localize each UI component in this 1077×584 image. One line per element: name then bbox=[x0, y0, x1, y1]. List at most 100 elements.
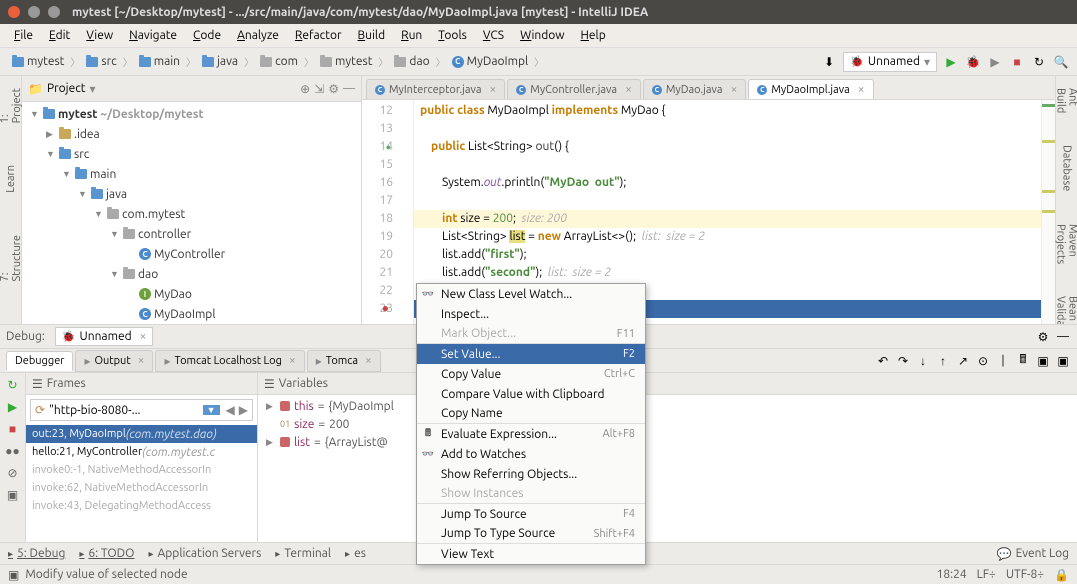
menu-item-view-text[interactable]: View Text bbox=[417, 544, 645, 564]
menu-item-copy-name[interactable]: Copy Name bbox=[417, 404, 645, 424]
bottom-tab[interactable]: ▸Application Servers bbox=[148, 547, 261, 560]
view-breakpoints-icon[interactable]: ●● bbox=[5, 443, 21, 459]
menu-item-add-to-watches[interactable]: 👓Add to Watches bbox=[417, 444, 645, 464]
step-icon[interactable]: ▣ bbox=[1035, 353, 1051, 369]
bottom-tab[interactable]: ▸es bbox=[345, 547, 366, 560]
menu-file[interactable]: File bbox=[6, 27, 41, 44]
menu-tools[interactable]: Tools bbox=[430, 27, 475, 44]
dropdown-icon[interactable]: ▼ bbox=[203, 405, 220, 415]
variables-list[interactable]: ▶ this = {MyDaoImpl01 size = 200▶ list =… bbox=[258, 395, 1077, 542]
tool-tab-beanvalidation[interactable]: Bean Validation bbox=[1053, 290, 1077, 324]
step-icon[interactable]: ↶ bbox=[875, 353, 891, 369]
debug-icon[interactable]: 🐞 bbox=[965, 54, 981, 70]
frame-row[interactable]: invoke:62, NativeMethodAccessorIn bbox=[26, 479, 257, 497]
menu-code[interactable]: Code bbox=[185, 27, 229, 44]
step-icon[interactable]: ▣ bbox=[1055, 353, 1071, 369]
resume-icon[interactable]: ▶ bbox=[5, 399, 21, 415]
event-log-tab[interactable]: 💬Event Log bbox=[997, 547, 1069, 561]
debug-tab[interactable]: ▸Tomcat Localhost Log× bbox=[155, 350, 304, 372]
tree-node[interactable]: ▼com.mytest bbox=[22, 204, 361, 224]
run-icon[interactable]: ▶ bbox=[943, 54, 959, 70]
menu-item-new-class-level-watch[interactable]: 👓New Class Level Watch... bbox=[417, 284, 645, 304]
collapse-all-icon[interactable]: ⇲ bbox=[314, 82, 324, 96]
status-icon[interactable]: ▣ bbox=[8, 568, 19, 582]
step-icon[interactable]: ↗ bbox=[955, 353, 971, 369]
build-icon[interactable]: ⬇ bbox=[821, 54, 837, 70]
error-stripe[interactable] bbox=[1041, 100, 1055, 324]
menu-item-copy-value[interactable]: Copy ValueCtrl+C bbox=[417, 364, 645, 384]
variable-row[interactable]: 01 size = 200 bbox=[258, 415, 1077, 433]
run-config-selector[interactable]: 🐞 Unnamed ▾ bbox=[843, 52, 937, 72]
tool-tab-database[interactable]: Database bbox=[1059, 139, 1075, 197]
debug-tab[interactable]: ▸Tomca× bbox=[307, 350, 381, 372]
tree-node[interactable]: CMyDaoImpl bbox=[22, 304, 361, 324]
search-icon[interactable]: 🔍 bbox=[1053, 54, 1069, 70]
tool-tab-antbuild[interactable]: Ant Build bbox=[1053, 82, 1077, 119]
breadcrumb-item[interactable]: src bbox=[82, 53, 120, 70]
step-icon[interactable]: ↓ bbox=[915, 353, 931, 369]
step-icon[interactable]: ↑ bbox=[935, 353, 951, 369]
tree-node[interactable]: ▼main bbox=[22, 164, 361, 184]
lock-icon[interactable]: 🔒 bbox=[1054, 568, 1069, 582]
hide-icon[interactable]: — bbox=[1055, 329, 1071, 345]
menu-view[interactable]: View bbox=[78, 27, 121, 44]
project-tree[interactable]: ▼mytest ~/Desktop/mytest▶.idea▼src▼main ▼… bbox=[22, 102, 361, 324]
menu-build[interactable]: Build bbox=[350, 27, 394, 44]
menu-item-jump-to-type-source[interactable]: Jump To Type SourceShift+F4 bbox=[417, 524, 645, 544]
tool-tab-structure[interactable]: 7: Structure bbox=[0, 229, 25, 287]
menu-help[interactable]: Help bbox=[573, 27, 614, 44]
close-icon[interactable]: × bbox=[858, 83, 865, 96]
tool-tab-project[interactable]: 1: Project bbox=[0, 82, 25, 129]
stop-icon[interactable]: ■ bbox=[5, 421, 21, 437]
tree-node[interactable]: ▶.idea bbox=[22, 124, 361, 144]
breadcrumb[interactable]: mytest〉src〉main〉java〉com〉mytest〉dao〉CMyD… bbox=[8, 53, 821, 70]
breadcrumb-item[interactable]: dao bbox=[390, 53, 433, 70]
tree-node[interactable]: ▼dao bbox=[22, 264, 361, 284]
menu-item-inspect[interactable]: Inspect... bbox=[417, 304, 645, 324]
context-menu[interactable]: 👓New Class Level Watch...Inspect...Mark … bbox=[416, 283, 646, 565]
frame-list[interactable]: out:23, MyDaoImpl (com.mytest.dao)hello:… bbox=[26, 425, 257, 542]
tree-node[interactable]: ▼mytest ~/Desktop/mytest bbox=[22, 104, 361, 124]
editor-tab[interactable]: CMyDao.java× bbox=[643, 79, 747, 99]
thread-selector[interactable]: ⟳ "http-bio-8080-... ▼ ◀ ▶ bbox=[30, 399, 253, 421]
project-panel-title[interactable]: Project bbox=[47, 82, 86, 95]
menu-vcs[interactable]: VCS bbox=[475, 27, 512, 44]
tree-node[interactable]: ▼src bbox=[22, 144, 361, 164]
close-icon[interactable] bbox=[8, 6, 20, 18]
bottom-tab[interactable]: ▸6: TODO bbox=[79, 547, 134, 560]
frame-row[interactable]: invoke:43, DelegatingMethodAccess bbox=[26, 497, 257, 515]
variable-row[interactable]: ▶ this = {MyDaoImpl bbox=[258, 397, 1077, 415]
step-icon[interactable]: 🖩 bbox=[1015, 353, 1031, 369]
breadcrumb-item[interactable]: mytest bbox=[316, 53, 376, 70]
stop-icon[interactable]: ■ bbox=[1009, 54, 1025, 70]
breadcrumb-item[interactable]: java bbox=[198, 53, 242, 70]
tool-tab-web[interactable]: Web bbox=[3, 318, 19, 324]
frame-row[interactable]: invoke0:-1, NativeMethodAccessorIn bbox=[26, 461, 257, 479]
mute-breakpoints-icon[interactable]: ⊘ bbox=[5, 465, 21, 481]
tool-tab-mavenprojects[interactable]: Maven Projects bbox=[1053, 218, 1077, 270]
breadcrumb-item[interactable]: mytest bbox=[8, 53, 68, 70]
menu-item-jump-to-source[interactable]: Jump To SourceF4 bbox=[417, 504, 645, 524]
run-coverage-icon[interactable]: ▶ bbox=[987, 54, 1003, 70]
variable-row[interactable]: ▶ list = {ArrayList@ bbox=[258, 433, 1077, 451]
scroll-from-source-icon[interactable]: ⊕ bbox=[300, 82, 310, 96]
menu-item-compare-value-with-clipboard[interactable]: Compare Value with Clipboard bbox=[417, 384, 645, 404]
settings-icon[interactable]: ⚙ bbox=[328, 82, 339, 96]
frame-row[interactable]: out:23, MyDaoImpl (com.mytest.dao) bbox=[26, 425, 257, 443]
tool-tab-learn[interactable]: Learn bbox=[3, 159, 19, 199]
tree-node[interactable]: IMyDao bbox=[22, 284, 361, 304]
menu-item-show-referring-objects[interactable]: Show Referring Objects... bbox=[417, 464, 645, 484]
menu-run[interactable]: Run bbox=[393, 27, 430, 44]
maximize-icon[interactable] bbox=[48, 6, 60, 18]
menu-item-set-value[interactable]: Set Value...F2 bbox=[417, 344, 645, 364]
menu-refactor[interactable]: Refactor bbox=[287, 27, 350, 44]
tree-node[interactable]: CMyController bbox=[22, 244, 361, 264]
step-icon[interactable]: ⊙ bbox=[975, 353, 991, 369]
minimize-icon[interactable] bbox=[28, 6, 40, 18]
breadcrumb-item[interactable]: main bbox=[135, 53, 184, 70]
bottom-tab[interactable]: ▸5: Debug bbox=[8, 547, 65, 560]
menu-analyze[interactable]: Analyze bbox=[229, 27, 287, 44]
debug-tab[interactable]: ▸Output× bbox=[75, 350, 153, 372]
menu-item-evaluate-expression[interactable]: 🖩Evaluate Expression...Alt+F8 bbox=[417, 424, 645, 444]
close-icon[interactable]: × bbox=[490, 83, 497, 96]
